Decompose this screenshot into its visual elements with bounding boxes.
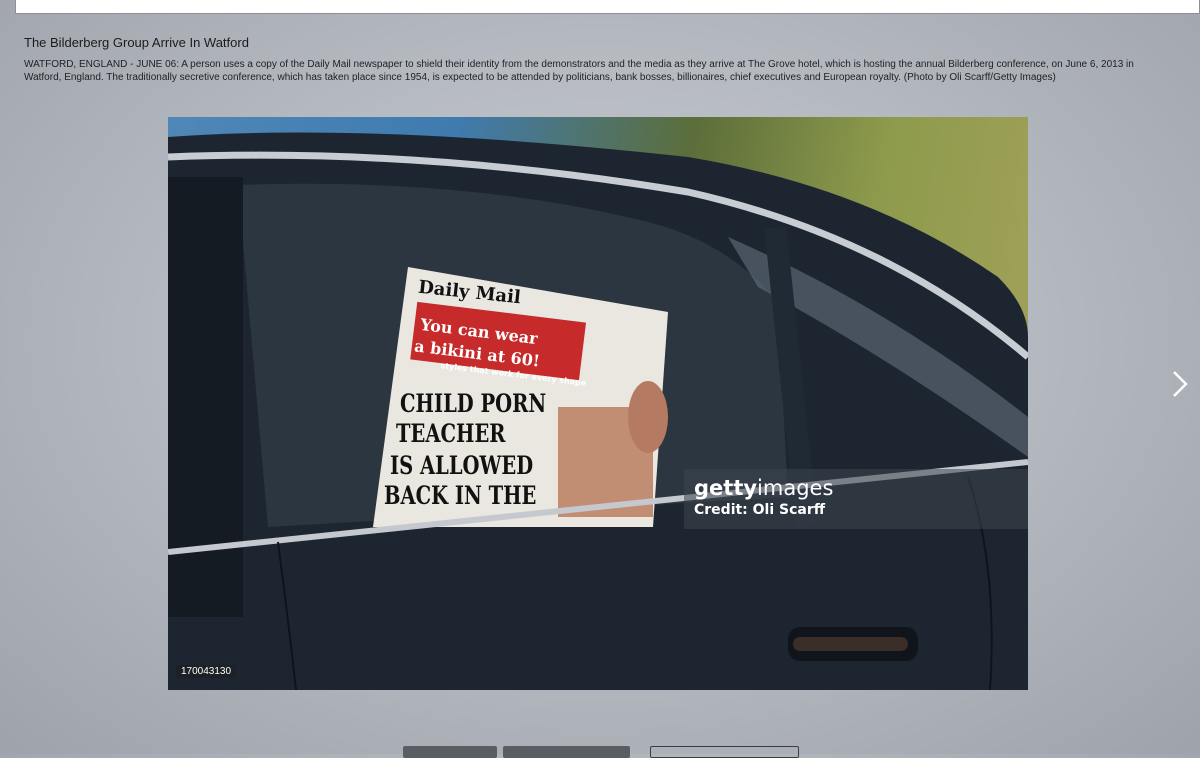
image-caption: WATFORD, ENGLAND - JUNE 06: A person use… <box>24 59 1134 83</box>
newspaper-headline-3: IS ALLOWED <box>390 451 534 480</box>
car-photo-art <box>168 132 1028 690</box>
bottom-button-1[interactable] <box>403 746 497 758</box>
newspaper-headline-2: TEACHER <box>396 419 506 448</box>
bottom-button-3[interactable] <box>650 746 799 758</box>
top-input-bar[interactable] <box>15 0 1200 14</box>
getty-logo-light: getty <box>694 476 758 500</box>
photo-credit: Credit: Oli Scarff <box>694 502 826 518</box>
newspaper-headline-1: CHILD PORN <box>400 389 547 418</box>
bottom-button-2[interactable] <box>503 746 630 758</box>
next-image-button[interactable] <box>1168 368 1192 400</box>
newspaper-headline-4: BACK IN THE <box>384 481 537 510</box>
main-photo[interactable]: Daily Mail You can wear a bikini at 60! … <box>168 117 1028 690</box>
chevron-right-icon <box>1173 371 1188 397</box>
page-title: The Bilderberg Group Arrive In Watford <box>24 35 249 50</box>
image-id-badge: 170043130 <box>176 665 237 678</box>
getty-logo-bold: images <box>757 476 834 500</box>
getty-logo: gettyimages <box>694 476 833 500</box>
